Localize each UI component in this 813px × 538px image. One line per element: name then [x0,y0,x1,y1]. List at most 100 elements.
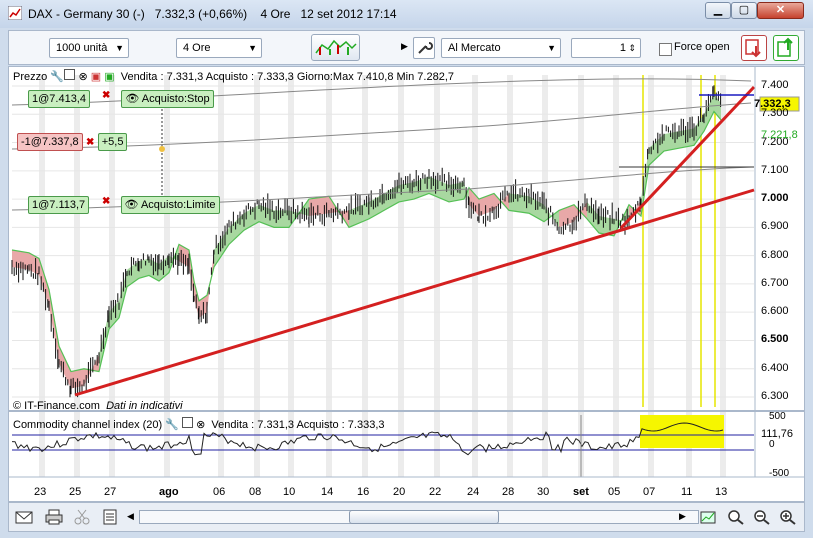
sell-order-small-icon[interactable]: ▣ [91,71,101,83]
scrollbar-thumb[interactable] [349,510,499,524]
app-chart-icon [8,6,22,20]
date-tick-label: 08 [249,486,262,498]
cci-pane-header: Commodity channel index (20) 🔧 ⊗ Vendita… [13,417,385,431]
date-tick-label: 05 [608,486,621,498]
order-type[interactable]: 👁 Acquisto:Limite [120,196,220,214]
price-tick-label: 7.000 [761,192,789,205]
cancel-order-icon[interactable]: ✖ [102,196,110,207]
price-pane-title: Prezzo [13,71,48,83]
watermark-text: © IT-Finance.com [13,400,100,412]
order-tag-3[interactable]: 1@7.113,7 ✖ 👁 Acquisto:Limite [12,194,220,214]
date-tick-label: 16 [357,486,370,498]
instrument-price: 7.332,3 (+0,66%) [154,7,248,21]
maximize-pane-icon[interactable] [64,69,76,80]
order-type-label: Acquisto:Limite [140,199,216,211]
chart-type-button[interactable] [311,34,360,61]
price-pane-header: Prezzo 🔧 ⊗ ▣ ▣ Vendita : 7.331,3 Acquist… [13,69,454,83]
price-tick-label: 6.400 [761,361,789,374]
chevron-right-icon[interactable]: ▶ [401,41,408,52]
date-tick-label: set [573,486,589,498]
order-quantity-stepper[interactable]: 1 ⇕ [571,38,641,58]
mail-icon[interactable] [15,509,33,525]
order-tag-2[interactable]: -1@7.337,8 ✖ +5,5 [17,131,128,151]
date-tick-label: 28 [502,486,515,498]
price-tick-label: 6.300 [761,390,789,402]
spinner-icon[interactable]: ⇕ [628,39,636,57]
wrench-icon[interactable]: 🔧 [165,419,179,431]
date-tick-label: 25 [69,486,82,498]
chevron-down-icon: ▼ [248,43,257,53]
instrument-name: DAX - Germany 30 (-) [28,7,145,21]
timeframe-dropdown[interactable]: 4 Ore ▼ [176,38,262,58]
order-value[interactable]: 1@7.413,4 [28,90,90,108]
quantity-dropdown[interactable]: 1000 unità ▼ [49,38,129,58]
current-price-label: 7.332,3 [754,98,791,110]
cancel-order-icon[interactable]: ✖ [102,90,110,101]
date-tick-label: 13 [715,486,728,498]
notepad-icon[interactable] [101,509,119,525]
price-tick-label: 6.500 [761,333,789,346]
cci-tick-500: 500 [769,411,786,422]
date-tick-label: 23 [34,486,47,498]
zoom-out-icon[interactable] [753,509,771,525]
price-tick-label: 6.800 [761,248,789,261]
maximize-pane-icon[interactable] [182,417,194,428]
date-tick-label: 11 [681,486,693,498]
zoom-in-icon[interactable] [779,509,797,525]
date-tick-label: ago [159,486,179,498]
secondary-price-label: 7.221,8 [761,129,798,141]
order-type-label: Acquisto:Stop [141,93,210,105]
zoom-area-icon[interactable] [727,509,745,525]
cci-tick-0: 0 [769,439,775,450]
cancel-order-icon[interactable]: ✖ [86,137,94,148]
order-handle[interactable] [159,146,165,152]
buy-button[interactable] [773,35,799,61]
order-settings-button[interactable] [413,37,435,59]
cci-pane-title: Commodity channel index (20) [13,419,163,431]
order-pnl: +5,5 [97,133,128,151]
scroll-right-icon[interactable]: ▶ [679,511,686,522]
print-icon[interactable] [45,509,63,525]
cloud-segment [704,94,714,132]
eye-icon: 👁 [125,93,140,105]
window-title-bar: DAX - Germany 30 (-) 7.332,3 (+0,66%) 4 … [0,0,813,28]
force-open-checkbox[interactable] [659,43,672,56]
order-tag-1[interactable]: 1@7.413,4 ✖ 👁 Acquisto:Stop [12,88,214,108]
date-tick-label: 06 [213,486,226,498]
wrench-icon[interactable]: 🔧 [50,70,64,83]
buy-order-small-icon[interactable]: ▣ [104,71,114,83]
order-type-dropdown[interactable]: Al Mercato ▼ [441,38,561,58]
wrench-icon [418,42,433,54]
close-button[interactable]: ✕ [757,2,804,19]
chart-window: Prezzo 🔧 ⊗ ▣ ▣ Vendita : 7.331,3 Acquist… [8,66,805,502]
scroll-left-icon[interactable]: ◀ [127,511,134,522]
price-tick-label: 7.400 [761,79,789,91]
order-value[interactable]: 1@7.113,7 [28,196,90,214]
window-title: DAX - Germany 30 (-) 7.332,3 (+0,66%) 4 … [28,7,397,21]
order-value[interactable]: -1@7.337,8 [17,133,83,151]
price-tick-label: 6.700 [761,276,789,289]
cci-tick-minus500: -500 [769,468,790,479]
minimize-button[interactable]: ▁ [705,2,731,19]
scissors-icon[interactable] [73,509,91,525]
watermark-note: Dati in indicativi [106,400,183,412]
price-chart[interactable] [9,67,805,502]
quantity-value: 1000 unità [56,42,108,54]
close-pane-icon[interactable]: ⊗ [196,419,205,431]
order-quantity-value: 1 [619,42,626,54]
close-pane-icon[interactable]: ⊗ [78,71,87,83]
buy-order-icon [777,37,793,57]
date-tick-label: 07 [643,486,656,498]
order-type[interactable]: 👁 Acquisto:Stop [121,90,214,108]
window-datetime: 12 set 2012 17:14 [300,7,397,21]
sell-button[interactable] [741,35,767,61]
date-tick-label: 10 [283,486,296,498]
maximize-button[interactable]: ▢ [731,2,757,19]
bottom-toolbar: ◀ ▶ [8,502,805,532]
date-tick-label: 27 [104,486,117,498]
price-tick-label: 6.600 [761,305,789,318]
date-tick-label: 14 [321,486,334,498]
date-tick-label: 20 [393,486,406,498]
candlestick-chart-icon [315,39,357,55]
zoom-fit-icon[interactable] [699,509,717,525]
